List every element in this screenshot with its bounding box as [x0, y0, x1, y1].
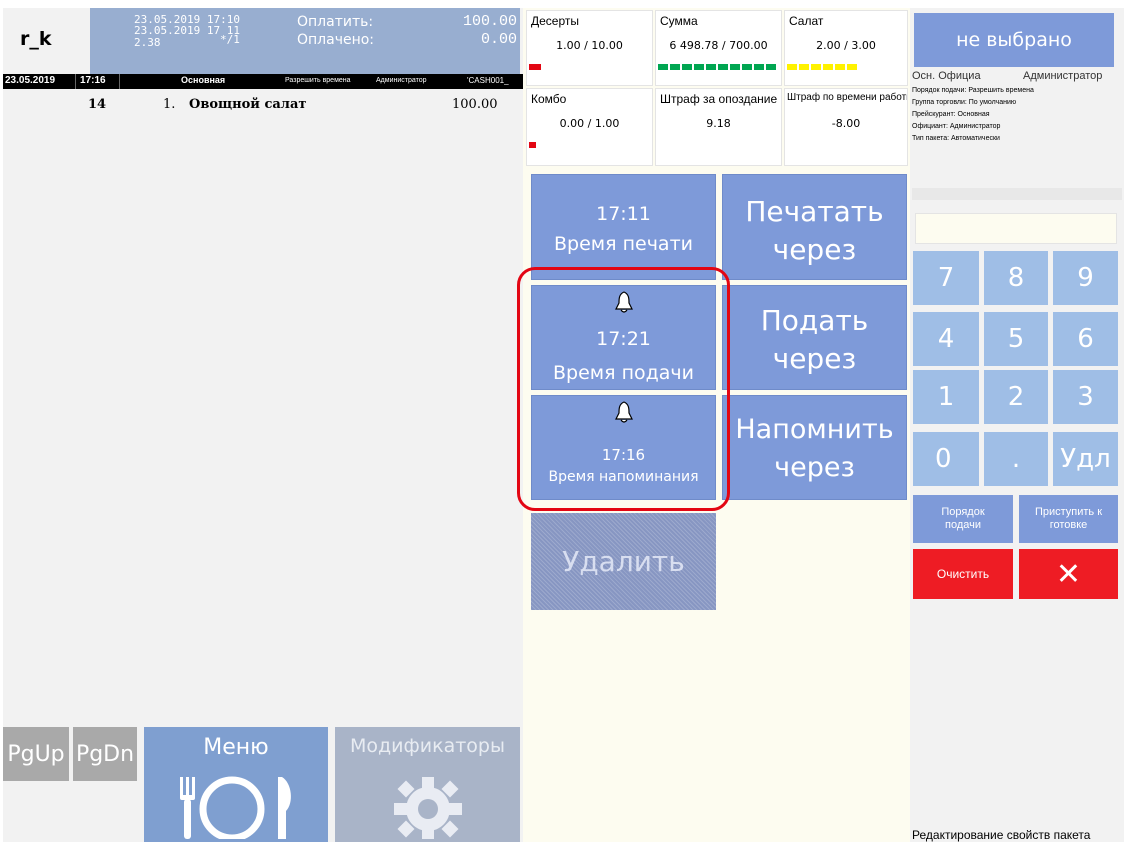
stat-work-penalty-title: Штраф по времени работы — [787, 92, 908, 103]
remind-after-line1: Напомнить — [735, 414, 894, 445]
stat-sum: Сумма 6 498.78 / 700.00 — [655, 10, 782, 86]
modifiers-button-label: Модификаторы — [350, 735, 505, 757]
numpad-input[interactable] — [915, 213, 1117, 244]
guest-count: */1 — [220, 33, 240, 46]
order-line-qty: 14 — [88, 97, 107, 112]
start-cooking-button[interactable]: Приступить к готовке — [1019, 495, 1118, 543]
key-1[interactable]: 1 — [913, 370, 979, 424]
order-panel — [3, 8, 523, 842]
stat-combo-title: Комбо — [531, 92, 567, 106]
info-main-left: Осн. Официа — [912, 70, 981, 82]
properties-panel — [910, 8, 1124, 842]
stat-combo-value: 0.00 / 1.00 — [559, 117, 620, 130]
paid-label: Оплачено: — [297, 32, 375, 48]
status-bar: 23.05.2019 17:16 Основная Разрешить врем… — [3, 74, 523, 89]
print-time-value: 17:11 — [596, 203, 651, 225]
stat-work-penalty: Штраф по времени работы -8.00 — [784, 88, 908, 166]
key-0[interactable]: 0 — [913, 432, 979, 486]
remind-after-button[interactable]: Напомнить через — [722, 395, 907, 500]
stat-late-penalty-title: Штраф за опоздание — [660, 92, 778, 106]
key-delete[interactable]: Удл — [1053, 432, 1118, 486]
status-role: Администратор — [376, 77, 427, 84]
info-trade-group: Группа торговли: По умолчанию — [912, 99, 1017, 106]
stat-combo-bar — [529, 142, 649, 148]
close-icon[interactable]: ✕ — [1019, 549, 1118, 599]
print-time-tile[interactable]: 17:11 Время печати — [531, 174, 716, 280]
paid-value: 0.00 — [480, 31, 517, 48]
status-station: 'CASH001_ — [467, 76, 509, 85]
key-2[interactable]: 2 — [984, 370, 1048, 424]
stat-combo: Комбо 0.00 / 1.00 — [526, 88, 653, 166]
info-package-type: Тип пакета: Автоматически — [912, 135, 1000, 142]
key-3[interactable]: 3 — [1053, 370, 1118, 424]
print-after-line1: Печатать — [745, 195, 884, 228]
key-dot[interactable]: . — [984, 432, 1048, 486]
check-header[interactable]: 23.05.2019 17:10 23.05.2019 17 11 2.38 *… — [90, 8, 520, 74]
key-4[interactable]: 4 — [913, 312, 979, 366]
serve-order-button[interactable]: Порядок подачи — [913, 495, 1013, 543]
print-after-button[interactable]: Печатать через — [722, 174, 907, 280]
clear-button[interactable]: Очистить — [913, 549, 1013, 599]
check-number: 2.38 — [134, 36, 161, 49]
pgdn-button[interactable]: PgDn — [73, 727, 137, 781]
plate-cutlery-icon — [180, 776, 291, 839]
key-7[interactable]: 7 — [913, 251, 979, 305]
key-6[interactable]: 6 — [1053, 312, 1118, 366]
pay-label: Оплатить: — [297, 14, 374, 30]
order-line-index: 1. — [163, 97, 176, 112]
key-8[interactable]: 8 — [984, 251, 1048, 305]
footer-status: Редактирование свойств пакета — [912, 828, 1091, 842]
divider — [912, 188, 1122, 200]
stat-work-penalty-value: -8.00 — [831, 117, 861, 130]
stat-late-penalty: Штраф за опоздание 9.18 — [655, 88, 782, 166]
stat-desserts-bar — [529, 64, 649, 70]
stat-desserts-title: Десерты — [531, 14, 580, 28]
gear-icon — [394, 777, 462, 839]
key-5[interactable]: 5 — [984, 312, 1048, 366]
pgup-button[interactable]: PgUp — [3, 727, 69, 781]
info-serve-order: Порядок подачи: Разрешить времена — [912, 87, 1034, 94]
order-line-price: 100.00 — [452, 97, 498, 112]
remind-after-line2: через — [774, 452, 855, 483]
status-date: 23.05.2019 — [5, 75, 56, 86]
stat-late-penalty-value: 9.18 — [706, 117, 731, 130]
delete-button: Удалить — [531, 513, 716, 610]
order-line[interactable]: 14 1. Овощной салат 100.00 — [3, 97, 523, 115]
stat-sum-title: Сумма — [660, 14, 698, 28]
serve-after-line1: Подать — [760, 304, 869, 337]
stat-desserts: Десерты 1.00 / 10.00 — [526, 10, 653, 86]
status-course: Основная — [181, 75, 226, 85]
highlight-outline — [517, 267, 730, 511]
stat-sum-value: 6 498.78 / 700.00 — [669, 39, 768, 52]
info-price-list: Прейскурант: Основная — [912, 111, 990, 118]
package-select-button[interactable]: не выбрано — [914, 13, 1114, 67]
pay-value: 100.00 — [462, 13, 517, 30]
print-after-line2: через — [772, 233, 857, 266]
stat-salad-bar — [787, 64, 895, 70]
stat-sum-bar — [658, 64, 778, 70]
stat-desserts-value: 1.00 / 10.00 — [556, 39, 623, 52]
stat-salad-value: 2.00 / 3.00 — [816, 39, 876, 52]
serve-after-button[interactable]: Подать через — [722, 285, 907, 390]
menu-button-label: Меню — [203, 735, 269, 760]
modifiers-button: Модификаторы — [335, 727, 520, 842]
stat-salad-title: Салат — [789, 14, 824, 28]
status-serve-mode: Разрешить времена — [285, 77, 351, 84]
status-time: 17:16 — [80, 75, 106, 86]
key-9[interactable]: 9 — [1053, 251, 1118, 305]
order-line-name: Овощной салат — [189, 97, 307, 112]
stat-salad: Салат 2.00 / 3.00 — [784, 10, 908, 86]
info-main-right: Администратор — [1023, 70, 1103, 82]
user-name: r_k — [20, 28, 52, 50]
info-waiter: Официант: Администратор — [912, 123, 1001, 130]
serve-after-line2: через — [772, 342, 857, 375]
menu-button[interactable]: Меню — [144, 727, 328, 842]
print-time-caption: Время печати — [554, 233, 693, 255]
